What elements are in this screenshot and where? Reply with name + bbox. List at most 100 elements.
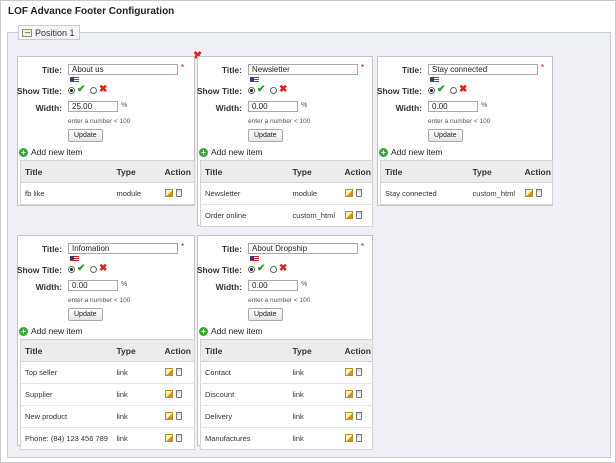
update-button[interactable]: Update [68, 308, 103, 321]
width-input[interactable] [428, 101, 478, 112]
cross-icon: ✖ [99, 84, 108, 95]
us-flag-icon[interactable] [250, 256, 259, 262]
position-label: Position 1 [35, 27, 75, 38]
delete-icon[interactable] [535, 188, 542, 197]
update-button[interactable]: Update [428, 129, 463, 142]
delete-icon[interactable] [355, 188, 362, 197]
delete-icon[interactable] [355, 411, 362, 420]
delete-icon[interactable] [355, 367, 362, 376]
show-title-no-radio[interactable] [90, 266, 97, 273]
show-title-no-radio[interactable] [450, 87, 457, 94]
show-title-yes-radio[interactable] [248, 266, 255, 273]
percent-unit: % [121, 102, 128, 109]
table-row: Supplier link [20, 383, 195, 406]
title-input[interactable] [248, 243, 358, 254]
delete-icon[interactable] [175, 367, 182, 376]
show-title-yes-radio[interactable] [248, 87, 255, 94]
check-icon: ✔ [77, 84, 86, 95]
us-flag-icon[interactable] [430, 77, 439, 83]
table-row: Stay connected custom_html [380, 182, 553, 205]
edit-icon[interactable] [164, 433, 173, 442]
delete-icon[interactable] [175, 411, 182, 420]
item-actions [160, 361, 195, 384]
title-column-header: Title [20, 339, 113, 362]
delete-icon[interactable] [175, 433, 182, 442]
check-icon: ✔ [77, 263, 86, 274]
add-new-item-link[interactable]: + Add new item [19, 326, 83, 336]
add-new-item-link[interactable]: + Add new item [19, 147, 83, 157]
width-hint: enter a number < 100 [68, 297, 131, 304]
edit-icon[interactable] [344, 367, 353, 376]
add-new-item-label: Add new item [211, 147, 263, 157]
show-title-no-radio[interactable] [90, 87, 97, 94]
item-title: Contact [200, 361, 289, 384]
item-actions [160, 427, 195, 450]
width-input[interactable] [68, 101, 118, 112]
edit-icon[interactable] [164, 389, 173, 398]
footer-block-panel: Title: * Show Title: ✔ ✖ Width:% enter a numbe… [377, 56, 553, 206]
item-type: custom_html [468, 182, 521, 205]
us-flag-icon[interactable] [70, 256, 79, 262]
table-row: New product link [20, 405, 195, 428]
edit-icon[interactable] [344, 411, 353, 420]
item-type: link [112, 361, 161, 384]
table-row: Order online custom_html [200, 204, 373, 227]
title-column-header: Title [380, 160, 469, 183]
action-icons [164, 367, 182, 376]
title-input[interactable] [248, 64, 358, 75]
show-title-label: Show Title: [16, 265, 62, 275]
items-table: Title Type Action Stay connected custom_html [380, 160, 553, 205]
width-input[interactable] [248, 101, 298, 112]
action-icons [344, 389, 362, 398]
edit-icon[interactable] [344, 210, 353, 219]
item-title: Stay connected [380, 182, 469, 205]
show-title-label: Show Title: [196, 265, 242, 275]
item-title: Phone: (84) 123 456 789 [20, 427, 113, 450]
add-new-item-link[interactable]: + Add new item [199, 326, 263, 336]
us-flag-icon[interactable] [70, 77, 79, 83]
action-icons [344, 433, 362, 442]
show-title-yes-radio[interactable] [68, 266, 75, 273]
table-header-row: Title Type Action [200, 339, 373, 362]
edit-icon[interactable] [164, 367, 173, 376]
title-input[interactable] [68, 64, 178, 75]
percent-unit: % [481, 102, 488, 109]
footer-block-panel: Title: * Show Title: ✔ ✖ Width:% enter a numbe… [17, 56, 195, 206]
us-flag-icon[interactable] [250, 77, 259, 83]
action-icons [524, 188, 542, 197]
required-mark: * [181, 63, 185, 72]
delete-icon[interactable] [175, 188, 182, 197]
title-input[interactable] [428, 64, 538, 75]
edit-icon[interactable] [524, 188, 533, 197]
add-new-item-link[interactable]: + Add new item [379, 147, 443, 157]
delete-icon[interactable] [355, 210, 362, 219]
title-label: Title: [221, 244, 242, 254]
edit-icon[interactable] [344, 389, 353, 398]
update-button[interactable]: Update [68, 129, 103, 142]
edit-icon[interactable] [344, 433, 353, 442]
footer-block-panel: Title: * Show Title: ✔ ✖ Width:% enter a numbe… [17, 235, 195, 450]
show-title-label: Show Title: [16, 86, 62, 96]
add-new-item-label: Add new item [211, 326, 263, 336]
item-type: link [112, 383, 161, 406]
edit-icon[interactable] [164, 411, 173, 420]
title-input[interactable] [68, 243, 178, 254]
delete-icon[interactable] [175, 389, 182, 398]
table-row: Newsletter module [200, 182, 373, 205]
delete-icon[interactable] [355, 433, 362, 442]
type-column-header: Type [112, 160, 161, 183]
show-title-no-radio[interactable] [270, 266, 277, 273]
update-button[interactable]: Update [248, 308, 283, 321]
width-input[interactable] [68, 280, 118, 291]
add-icon: + [199, 147, 208, 157]
edit-icon[interactable] [344, 188, 353, 197]
show-title-yes-radio[interactable] [428, 87, 435, 94]
update-button[interactable]: Update [248, 129, 283, 142]
delete-icon[interactable] [355, 389, 362, 398]
edit-icon[interactable] [164, 188, 173, 197]
width-input[interactable] [248, 280, 298, 291]
show-title-yes-radio[interactable] [68, 87, 75, 94]
width-label: Width: [395, 103, 422, 113]
add-new-item-link[interactable]: + Add new item [199, 147, 263, 157]
show-title-no-radio[interactable] [270, 87, 277, 94]
